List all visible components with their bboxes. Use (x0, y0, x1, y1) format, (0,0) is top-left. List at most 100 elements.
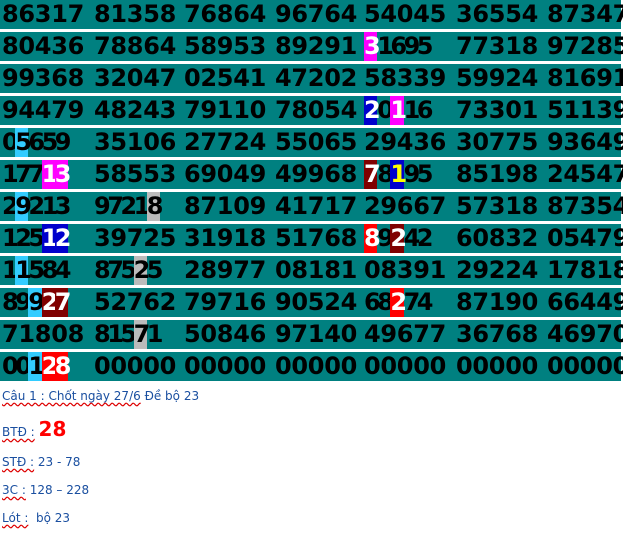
result-number: 36554 (456, 0, 538, 28)
highlighted-digit: 8 (146, 192, 164, 221)
highlighted-digit: 3 (54, 160, 72, 189)
highlighted-digit: 5 (15, 128, 32, 157)
digit: 6 (28, 128, 45, 156)
digit: 1 (403, 96, 421, 124)
result-number: 97285 (547, 32, 623, 60)
result-number: 68274 (364, 288, 434, 317)
result-number: 89927 (2, 288, 71, 317)
highlighted-digit: 7 (133, 320, 150, 349)
digit: 1 (377, 32, 394, 60)
result-number: 51139 (547, 96, 623, 124)
digit: 9 (403, 160, 421, 188)
digit: 5 (28, 256, 45, 284)
digit: 0 (2, 128, 19, 156)
three-c-label: 3C : (2, 483, 26, 497)
highlighted-digit: 9 (28, 288, 45, 317)
result-number: 76864 (184, 0, 266, 28)
digit: 7 (107, 256, 124, 284)
highlighted-digit: 2 (133, 256, 150, 285)
result-number: 00000 (275, 352, 357, 380)
result-number: 93649 (547, 128, 623, 156)
result-number: 00000 (456, 352, 538, 380)
result-number: 30775 (456, 128, 538, 156)
digit: 8 (41, 256, 59, 284)
lot-value: bộ 23 (28, 511, 71, 525)
highlighted-digit: 8 (364, 224, 381, 253)
result-number: 69049 (184, 160, 266, 188)
result-row: 86317 81358 76864 96764 54045 36554 87347 (0, 0, 623, 32)
result-number: 87190 (456, 288, 538, 316)
result-number: 73301 (456, 96, 538, 124)
result-number: 97140 (275, 320, 357, 348)
result-number: 81691 (547, 64, 623, 92)
result-number: 05479 (547, 224, 623, 252)
result-number: 20116 (364, 96, 434, 125)
result-number: 29436 (364, 128, 446, 156)
highlighted-digit: 8 (54, 352, 72, 381)
highlighted-digit: 2 (41, 288, 58, 317)
highlighted-digit: 7 (364, 160, 381, 189)
digit: 6 (390, 32, 407, 60)
digit: 1 (107, 320, 124, 348)
result-number: 49677 (364, 320, 446, 348)
digit: 0 (377, 96, 394, 124)
digit: 2 (2, 192, 19, 220)
result-number: 00000 (184, 352, 266, 380)
prediction-line-1: Câu 1 : Chốt ngày 27/6 Đề bộ 23 (2, 389, 199, 403)
digit: 9 (94, 192, 111, 220)
result-number: 99368 (2, 64, 84, 92)
digit: 9 (403, 32, 421, 60)
result-number: 48243 (94, 96, 176, 124)
result-number: 87354 (547, 192, 623, 220)
result-number: 28977 (184, 256, 266, 284)
highlighted-digit: 1 (41, 224, 58, 253)
result-number: 81571 (94, 320, 163, 349)
result-number: 24547 (547, 160, 623, 188)
result-number: 00000 (547, 352, 623, 380)
prediction-line-1-value: Đề bộ 23 (140, 389, 200, 403)
digit: 0 (15, 352, 32, 380)
digit: 4 (416, 288, 434, 316)
result-number: 79110 (184, 96, 266, 124)
result-number: 11584 (2, 256, 72, 285)
result-number: 89242 (364, 224, 433, 253)
digit: 6 (364, 288, 381, 316)
result-number: 87525 (94, 256, 164, 285)
digit: 5 (146, 256, 164, 284)
result-number: 51768 (275, 224, 357, 252)
highlighted-digit: 1 (15, 256, 32, 285)
highlighted-digit: 2 (54, 224, 72, 253)
digit: 2 (28, 192, 45, 220)
digit: 1 (133, 192, 151, 220)
result-number: 50846 (184, 320, 266, 348)
digit: 5 (120, 256, 137, 284)
result-number: 71808 (2, 320, 84, 348)
digit: 7 (107, 192, 124, 220)
result-number: 58553 (94, 160, 176, 188)
result-number: 97218 (94, 192, 164, 221)
result-number: 32047 (94, 64, 176, 92)
highlighted-digit: 1 (390, 96, 407, 125)
btd-value: 28 (38, 417, 67, 441)
result-number: 78864 (94, 32, 176, 60)
digit: 2 (120, 192, 137, 220)
highlighted-digit: 3 (364, 32, 381, 61)
result-number: 41717 (275, 192, 357, 220)
result-number: 78054 (275, 96, 357, 124)
btd-line: BTĐ : 28 (2, 417, 66, 441)
digit: 4 (54, 256, 72, 284)
std-line: STĐ : 23 - 78 (2, 455, 80, 469)
std-value: 23 - 78 (34, 455, 81, 469)
result-number: 08391 (364, 256, 446, 284)
digit: 7 (403, 288, 421, 316)
highlighted-digit: 2 (364, 96, 381, 125)
highlighted-digit: 2 (390, 224, 407, 253)
digit: 6 (416, 96, 434, 124)
result-number: 79716 (184, 288, 266, 316)
result-number: 81358 (94, 0, 176, 28)
result-row: 99368 32047 02541 47202 58339 59924 81691 (0, 64, 623, 96)
result-row: 17713 58553 69049 49968 78195 85198 24547 (0, 160, 623, 192)
result-number: 90524 (275, 288, 357, 316)
result-number: 29213 (2, 192, 71, 221)
result-number: 08181 (275, 256, 357, 284)
